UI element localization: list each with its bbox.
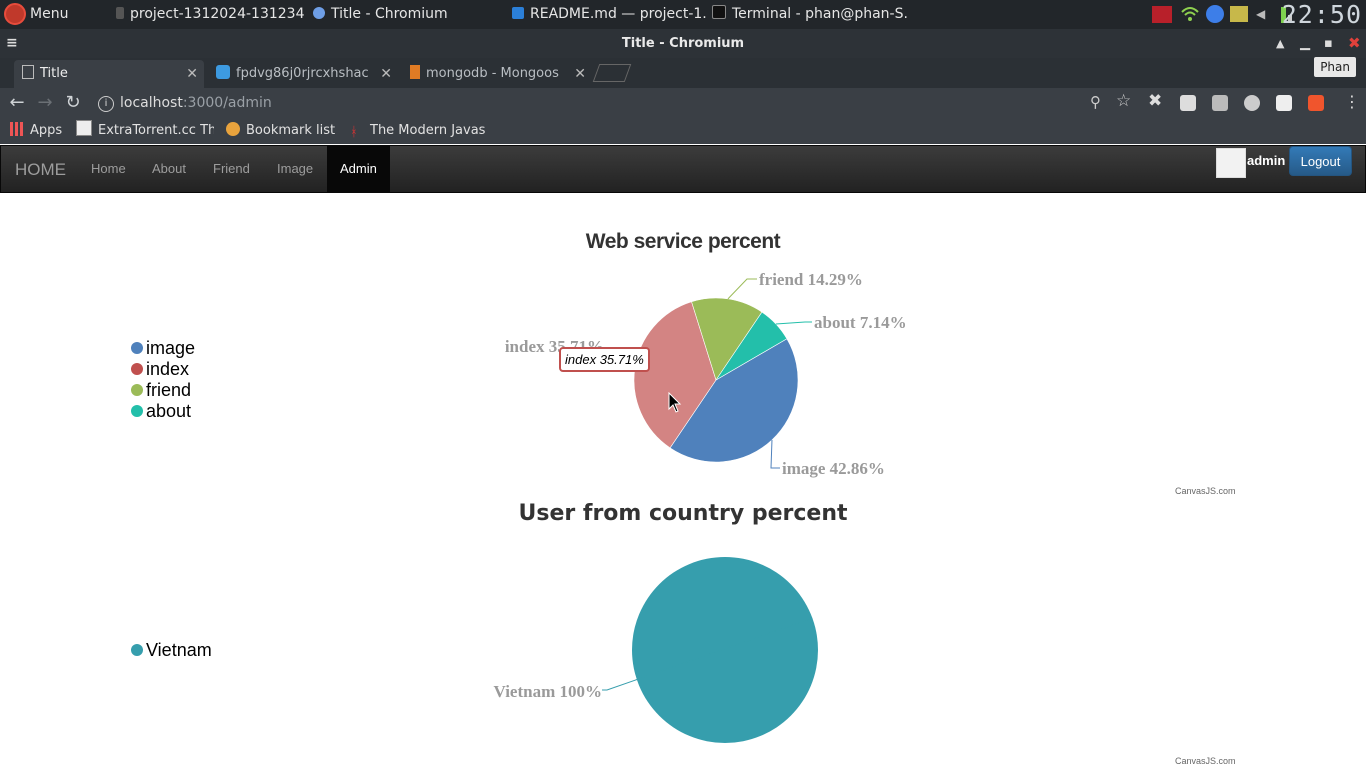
pie-chart-user-country: Vietnam 100% bbox=[494, 557, 818, 743]
chart-credit[interactable]: CanvasJS.com bbox=[1175, 756, 1236, 766]
slice-label-vietnam: Vietnam 100% bbox=[494, 682, 602, 701]
pie-slice-vietnam[interactable] bbox=[632, 557, 818, 743]
